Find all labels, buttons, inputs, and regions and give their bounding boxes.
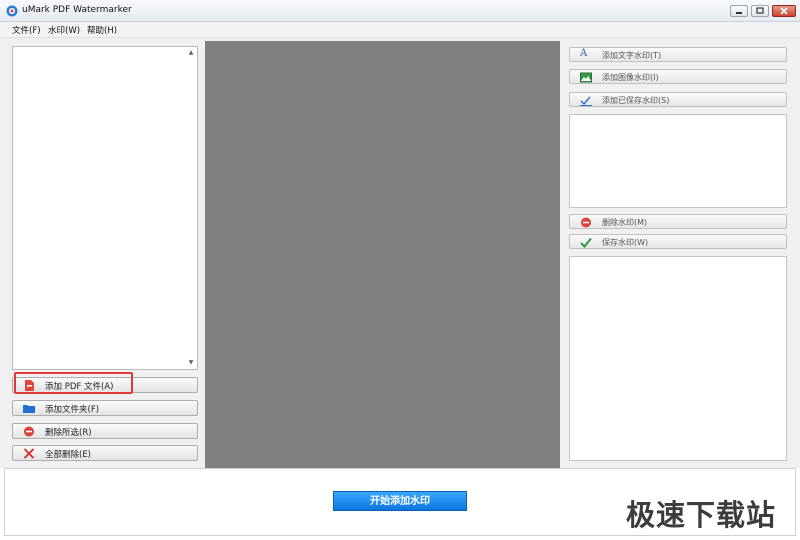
scroll-down-icon[interactable]: ▼ [186,358,196,368]
add-saved-watermark-label: 添加已保存水印(S) [602,96,670,105]
title-bar: uMark PDF Watermarker [0,0,800,22]
add-text-watermark-label: 添加文字水印(T) [602,51,662,60]
maximize-icon [756,7,764,14]
add-folder-button[interactable]: 添加文件夹(F) [12,400,198,416]
minimize-button[interactable] [730,5,748,17]
menu-bar: 文件(F) 水印(W) 帮助(H) [0,22,800,38]
file-list[interactable] [12,46,198,370]
save-watermark-label: 保存水印(W) [602,238,649,247]
close-button[interactable] [772,5,796,17]
text-a-icon: A [580,48,588,59]
checkmark-icon [580,237,592,248]
watermark-properties-panel[interactable] [569,256,787,461]
close-icon [780,7,788,15]
add-saved-watermark-button[interactable]: 添加已保存水印(S) [569,92,787,107]
signature-icon [580,96,592,106]
app-logo-icon [6,5,18,17]
minus-circle-icon [581,217,591,228]
add-folder-label: 添加文件夹(F) [45,405,100,415]
add-image-watermark-button[interactable]: 添加图像水印(I) [569,69,787,84]
delete-selected-label: 删除所选(R) [45,428,92,438]
watermark-list[interactable] [569,114,787,208]
scroll-up-icon[interactable]: ▲ [186,48,196,58]
delete-watermark-label: 删除水印(M) [602,218,648,227]
window-title: uMark PDF Watermarker [22,5,132,15]
delete-watermark-button[interactable]: 删除水印(M) [569,214,787,229]
minus-circle-icon [24,426,34,437]
site-watermark-text: 极速下载站 [626,498,777,532]
minimize-icon [736,12,742,14]
menu-help[interactable]: 帮助(H) [87,24,117,36]
save-watermark-button[interactable]: 保存水印(W) [569,234,787,249]
menu-file[interactable]: 文件(F) [12,24,41,36]
menu-watermark[interactable]: 水印(W) [48,24,80,36]
delete-selected-button[interactable]: 删除所选(R) [12,423,198,439]
add-image-watermark-label: 添加图像水印(I) [602,73,659,82]
maximize-button[interactable] [751,5,769,17]
start-button[interactable]: 开始添加水印 [333,491,467,511]
x-mark-icon [23,448,35,459]
folder-icon [23,405,35,413]
image-icon [580,72,592,83]
delete-all-label: 全部删除(E) [45,450,92,460]
add-text-watermark-button[interactable]: A 添加文字水印(T) [569,47,787,62]
highlight-box [14,372,133,394]
delete-all-button[interactable]: 全部删除(E) [12,445,198,461]
pdf-preview-area[interactable] [205,41,560,469]
